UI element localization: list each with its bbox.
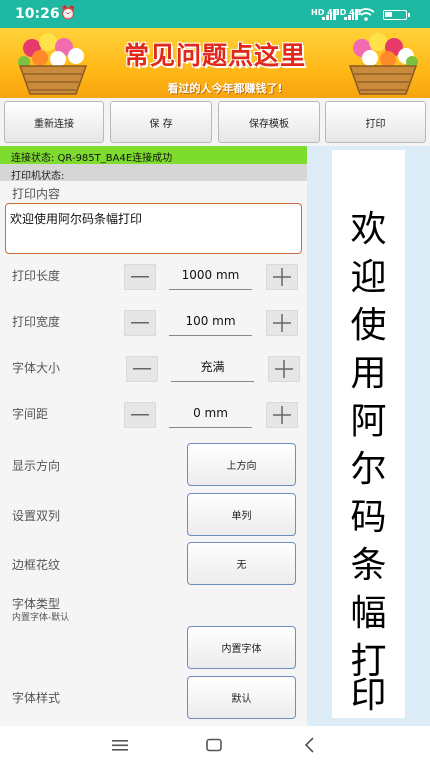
status-time: 10:26 <box>15 6 60 22</box>
border-pattern-button[interactable]: 无 <box>187 542 296 585</box>
alarm-icon: ⏰ <box>60 6 77 21</box>
status-bar: 10:26 ⏰ HD 4G HD 4G <box>0 0 430 28</box>
minus-icon <box>131 276 149 278</box>
reconnect-button[interactable]: 重新连接 <box>4 101 104 143</box>
home-icon[interactable] <box>204 735 226 755</box>
battery-icon <box>383 10 410 20</box>
toolbar: 重新连接 保 存 保存模板 打印 <box>0 98 430 146</box>
system-nav-bar <box>0 726 430 764</box>
wifi-icon <box>357 8 375 24</box>
preview-char: 使 <box>350 305 387 346</box>
preview-char: 幅 <box>350 593 387 634</box>
print-width-field[interactable]: 100 mm <box>169 308 252 336</box>
preview-char: 印 <box>350 675 387 716</box>
double-column-label: 设置双列 <box>12 509 61 523</box>
minus-icon <box>131 414 149 416</box>
display-direction-label: 显示方向 <box>12 459 61 473</box>
font-style-button[interactable]: 默认 <box>187 676 296 719</box>
save-template-button[interactable]: 保存模板 <box>218 101 320 143</box>
preview-char: 码 <box>350 497 387 538</box>
preview-char: 用 <box>350 353 387 394</box>
banner-subtitle: 看过的人今年都赚钱了! <box>167 82 283 95</box>
faq-banner[interactable]: 常见问题点这里 看过的人今年都赚钱了! <box>0 28 430 98</box>
signal-icon <box>344 9 358 20</box>
width-decrease-button[interactable] <box>124 310 156 336</box>
font-size-field[interactable]: 充满 <box>171 354 254 382</box>
preview-char: 尔 <box>350 449 387 490</box>
print-length-field[interactable]: 1000 mm <box>169 262 252 290</box>
settings-panel: 打印内容 欢迎使用阿尔码条幅打印 打印长度 1000 mm 打印宽度 100 m… <box>0 181 307 726</box>
connection-status: 连接状态: QR-985T_BA4E连接成功 <box>0 146 307 164</box>
letter-spacing-label: 字间距 <box>12 407 49 421</box>
printer-status: 打印机状态: <box>0 164 307 182</box>
display-direction-button[interactable]: 上方向 <box>187 443 296 486</box>
font-type-button[interactable]: 内置字体 <box>187 626 296 669</box>
preview-char: 欢 <box>350 209 387 250</box>
border-pattern-label: 边框花纹 <box>12 558 61 572</box>
preview-char: 阿 <box>350 401 387 442</box>
font-style-label: 字体样式 <box>12 691 61 705</box>
back-icon[interactable] <box>300 735 322 755</box>
width-increase-button[interactable] <box>266 310 298 336</box>
preview-char: 条 <box>350 545 387 586</box>
print-width-label: 打印宽度 <box>12 315 61 329</box>
banner-title: 常见问题点这里 <box>123 41 306 70</box>
plus-icon <box>273 406 291 424</box>
letter-spacing-field[interactable]: 0 mm <box>169 400 252 428</box>
length-increase-button[interactable] <box>266 264 298 290</box>
spacing-increase-button[interactable] <box>266 402 298 428</box>
minus-icon <box>133 368 151 370</box>
save-button[interactable]: 保 存 <box>110 101 212 143</box>
flower-basket-icon <box>348 33 418 95</box>
preview-char: 迎 <box>350 257 387 298</box>
flower-basket-icon <box>18 33 88 95</box>
font-type-current: 内置字体-默认 <box>12 613 70 623</box>
print-button[interactable]: 打印 <box>325 101 426 143</box>
plus-icon <box>273 314 291 332</box>
print-length-label: 打印长度 <box>12 269 61 283</box>
spacing-decrease-button[interactable] <box>124 402 156 428</box>
font-size-label: 字体大小 <box>12 361 61 375</box>
print-content-input[interactable]: 欢迎使用阿尔码条幅打印 <box>5 203 302 254</box>
column-mode-button[interactable]: 单列 <box>187 493 296 536</box>
print-content-label: 打印内容 <box>12 187 61 201</box>
minus-icon <box>131 322 149 324</box>
font-size-increase-button[interactable] <box>268 356 300 382</box>
plus-icon <box>273 268 291 286</box>
plus-icon <box>275 360 293 378</box>
length-decrease-button[interactable] <box>124 264 156 290</box>
font-size-decrease-button[interactable] <box>126 356 158 382</box>
menu-icon[interactable] <box>110 735 132 755</box>
